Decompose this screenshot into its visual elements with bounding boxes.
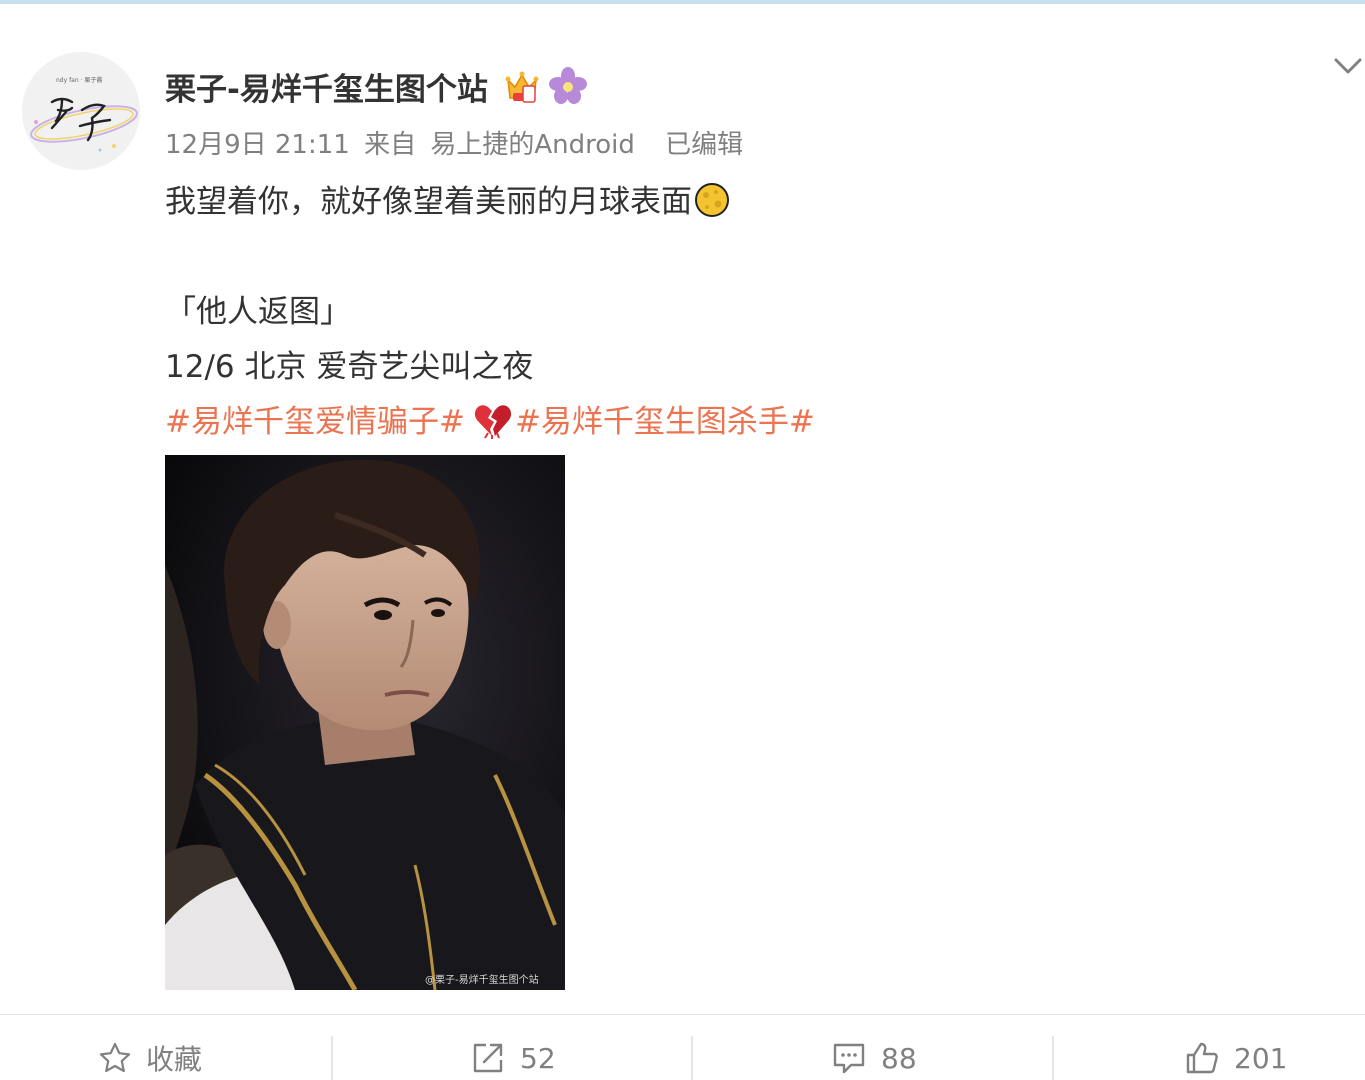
flower-badge-icon[interactable] (548, 66, 588, 106)
thumbs-up-icon (1186, 1042, 1218, 1074)
post-text-1: 我望着你，就好像望着美丽的月球表面 (165, 184, 692, 220)
post-image[interactable]: @栗子-易烊千玺生图个站 (165, 455, 565, 990)
author-name[interactable]: 栗子-易烊千玺生图个站 (165, 64, 488, 109)
author-avatar[interactable]: ndy fan · 栗子酱 栗子 (22, 52, 140, 170)
svg-text:ndy fan · 栗子酱: ndy fan · 栗子酱 (56, 76, 102, 84)
moon-emoji-icon (695, 183, 729, 217)
source-prefix: 来自 (364, 130, 417, 160)
image-watermark: @栗子-易烊千玺生图个站 (425, 975, 539, 986)
favorite-button[interactable]: 收藏 (98, 1036, 202, 1080)
post-text-2: 「他人返图」 (165, 294, 351, 330)
hashtag-2[interactable]: #易烊千玺生图杀手# (515, 404, 815, 440)
post-text-line-1: 我望着你，就好像望着美丽的月球表面 (165, 176, 730, 221)
action-separator (331, 1036, 333, 1080)
post-source[interactable]: 易上捷的Android (430, 130, 635, 160)
top-stripe (0, 0, 1365, 4)
like-count: 201 (1234, 1041, 1288, 1075)
action-separator (1052, 1036, 1054, 1080)
post-meta: 12月9日 21:11 来自 易上捷的Android 已编辑 (165, 124, 749, 161)
like-button[interactable]: 201 (1184, 1036, 1287, 1080)
repost-count: 52 (520, 1041, 556, 1075)
favorite-label: 收藏 (146, 1043, 203, 1076)
avatar-artwork: ndy fan · 栗子酱 栗子 (30, 72, 138, 152)
post-text-3: 12/6 北京 爱奇艺尖叫之夜 (165, 349, 534, 385)
hashtag-1[interactable]: #易烊千玺爱情骗子# (165, 404, 465, 440)
broken-heart-emoji-icon (474, 405, 512, 439)
repost-icon (473, 1043, 503, 1073)
comment-button[interactable]: 88 (831, 1036, 917, 1080)
action-separator (691, 1036, 693, 1080)
chevron-down-icon[interactable] (1332, 52, 1364, 80)
post-time[interactable]: 12月9日 21:11 (165, 130, 350, 160)
comment-count: 88 (881, 1041, 917, 1075)
repost-button[interactable]: 52 (470, 1036, 556, 1080)
crown-badge-icon[interactable] (502, 66, 542, 106)
avatar-text: 栗子 (74, 72, 76, 75)
post-image-artwork (165, 455, 565, 990)
edited-label[interactable]: 已编辑 (665, 130, 743, 160)
action-bar-divider (0, 1014, 1365, 1015)
star-icon (99, 1042, 131, 1073)
comment-icon (833, 1043, 865, 1074)
hashtag-row: #易烊千玺爱情骗子# #易烊千玺生图杀手# (165, 396, 815, 441)
